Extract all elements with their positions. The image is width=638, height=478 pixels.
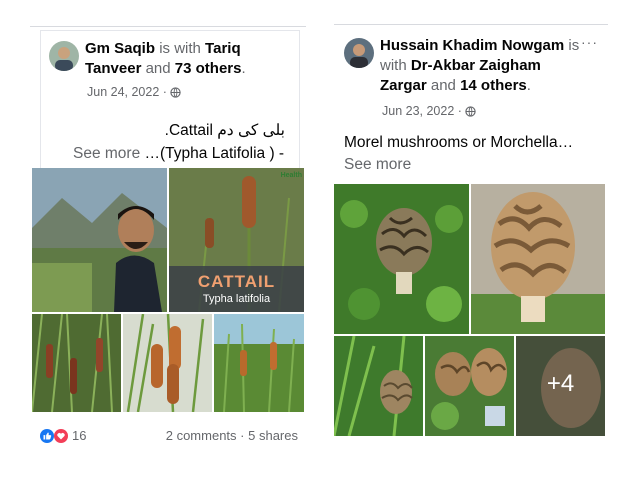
post-date[interactable]: Jun 23, 2022 · <box>382 104 462 118</box>
post-date[interactable]: Jun 24, 2022 · <box>87 85 167 99</box>
comments-link[interactable]: 2 comments <box>166 428 237 443</box>
photo-tile-cattail-2[interactable] <box>123 314 212 412</box>
globe-icon <box>465 105 476 117</box>
period-text: . <box>526 77 531 94</box>
more-icon[interactable]: ··· <box>581 34 598 50</box>
avatar-photo <box>344 38 374 68</box>
reactions-summary[interactable]: 16 <box>40 428 86 443</box>
morel-photo-3 <box>334 336 423 436</box>
right-post: Hussain Khadim Nowgam is with Dr-Akbar Z… <box>334 24 608 444</box>
photo-tile-morel-1[interactable] <box>334 184 469 334</box>
globe-icon <box>170 86 181 98</box>
post-header: Hussain Khadim Nowgam is with Dr-Akbar Z… <box>380 36 580 96</box>
author-name[interactable]: Gm Saqib <box>85 40 155 57</box>
reaction-count: 16 <box>72 428 87 443</box>
cattail-photo-3 <box>214 314 304 412</box>
love-icon <box>54 428 68 443</box>
man-photo <box>32 168 167 312</box>
separator-dot: · <box>240 428 249 443</box>
cattail-subtitle: Typha latifolia <box>202 293 271 305</box>
photo-tile-more[interactable]: +4 <box>516 336 605 436</box>
morel-photo-2 <box>471 184 605 334</box>
avatar-photo <box>49 41 79 71</box>
post-header: Gm Saqib is with Tariq Tanveer and 73 ot… <box>85 39 295 79</box>
shared-post-card: Gm Saqib is with Tariq Tanveer and 73 ot… <box>40 30 300 172</box>
post-text-line1: بلی کی دم Cattail. <box>164 122 285 139</box>
author-avatar[interactable] <box>344 38 374 68</box>
shares-link[interactable]: 5 shares <box>248 428 298 443</box>
see-more-link[interactable]: See more <box>344 156 411 174</box>
and-text: and <box>430 77 456 94</box>
others-link[interactable]: 14 others <box>460 77 527 94</box>
post-divider <box>30 26 306 27</box>
post-text-latin: …(Typha Latifolia ) - <box>144 145 285 162</box>
post-divider <box>334 24 608 25</box>
post-meta: Jun 24, 2022 · <box>87 85 181 99</box>
with-text: is with <box>159 40 201 57</box>
post-meta: Jun 23, 2022 · <box>382 104 476 118</box>
cattail-title: CATTAIL <box>197 272 276 291</box>
post-text: Morel mushrooms or Morchella… <box>344 134 574 151</box>
like-icon <box>40 428 54 443</box>
left-post: Gm Saqib is with Tariq Tanveer and 73 ot… <box>30 26 306 446</box>
photo-tile-man[interactable] <box>32 168 167 312</box>
photo-tile-morel-2[interactable] <box>471 184 605 334</box>
morel-photo-1 <box>334 184 469 334</box>
morel-photo-4 <box>425 336 514 436</box>
others-link[interactable]: 73 others <box>175 60 242 77</box>
cattail-photo-1 <box>32 314 121 412</box>
photo-tile-morel-3[interactable] <box>334 336 423 436</box>
engagement-summary: 2 comments · 5 shares <box>166 428 298 443</box>
cattail-photo-2 <box>123 314 212 412</box>
photo-tile-cattail-1[interactable] <box>32 314 121 412</box>
see-more-link[interactable]: See more <box>73 145 140 162</box>
period-text: . <box>241 60 246 77</box>
more-photos-count: +4 <box>546 370 575 397</box>
photo-tile-cattail-title[interactable]: CATTAIL Health CATTAIL Typha latifolia <box>169 168 304 312</box>
photo-tile-cattail-3[interactable] <box>214 314 304 412</box>
photo-tile-morel-4[interactable] <box>425 336 514 436</box>
and-text: and <box>145 60 171 77</box>
author-avatar[interactable] <box>49 41 79 71</box>
author-name[interactable]: Hussain Khadim Nowgam <box>380 37 564 54</box>
brand-logo: Health <box>280 172 302 179</box>
post-text-line2: See more …(Typha Latifolia ) - <box>73 145 284 163</box>
